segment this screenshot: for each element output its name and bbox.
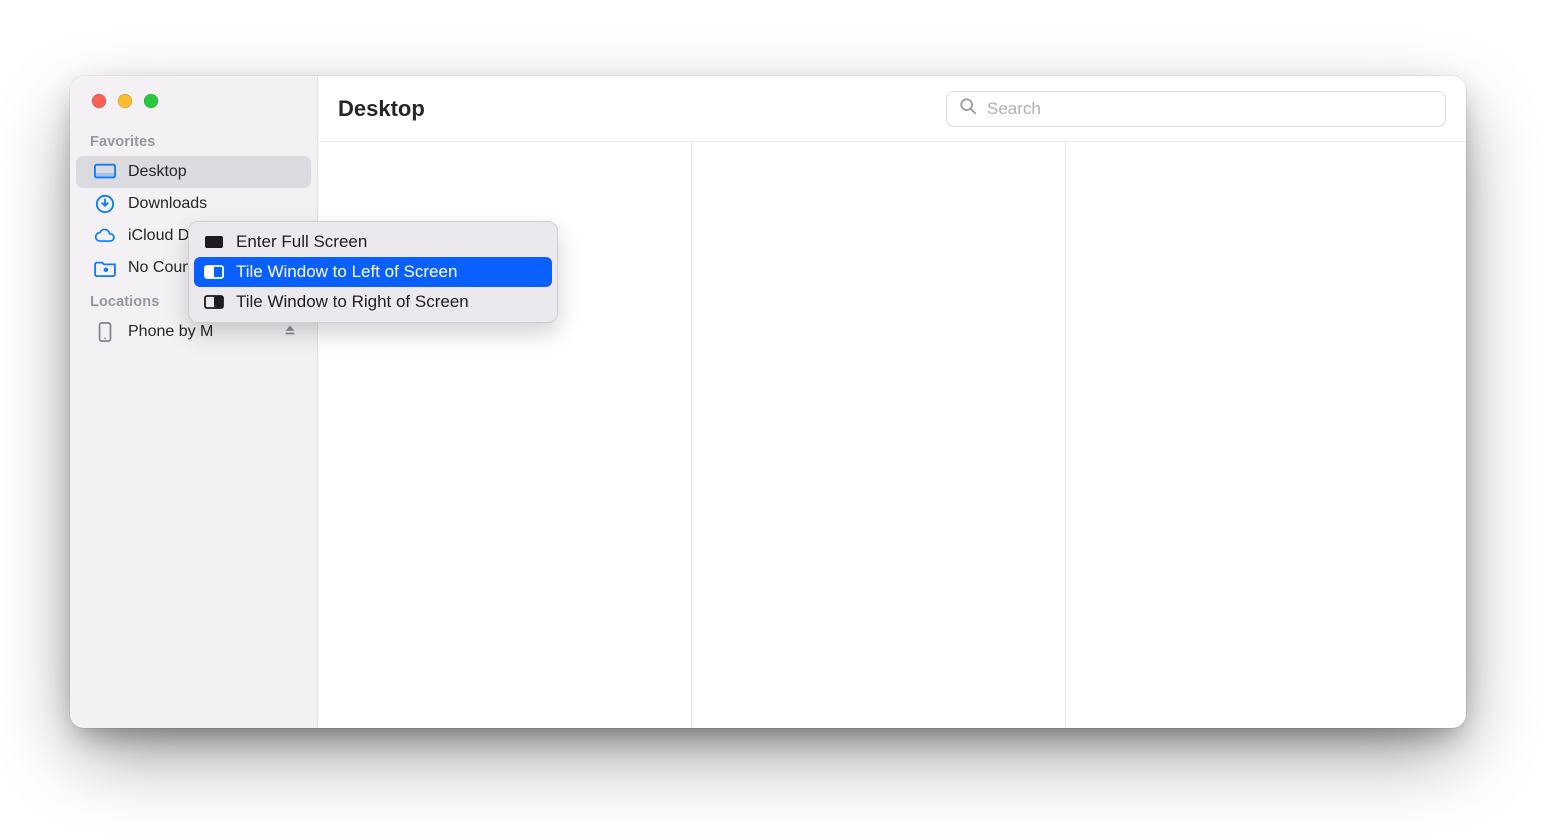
sidebar-item-downloads[interactable]: Downloads: [76, 188, 311, 220]
download-icon: [94, 194, 116, 214]
search-icon: [959, 97, 977, 120]
menu-item-label: Enter Full Screen: [236, 232, 367, 252]
column-2[interactable]: [692, 142, 1066, 728]
finder-window: Favorites Desktop Downloads iCloud Drive…: [70, 76, 1466, 728]
sidebar-item-label: Desktop: [128, 163, 297, 181]
window-title: Desktop: [338, 96, 425, 122]
sidebar-item-label: Phone by M: [128, 323, 271, 341]
tile-left-icon: [204, 264, 224, 280]
search-field[interactable]: [946, 91, 1446, 127]
sidebar-item-desktop[interactable]: Desktop: [76, 156, 311, 188]
minimize-button[interactable]: [118, 94, 132, 108]
tile-right-icon: [204, 294, 224, 310]
eject-icon[interactable]: [283, 323, 297, 342]
sidebar: Favorites Desktop Downloads iCloud Drive…: [70, 76, 318, 728]
window-menu-popover: Enter Full Screen Tile Window to Left of…: [188, 221, 558, 323]
search-input[interactable]: [985, 98, 1433, 120]
toolbar: Desktop: [318, 76, 1466, 142]
window-controls: [70, 94, 317, 124]
phone-icon: [94, 322, 116, 342]
desktop-icon: [94, 162, 116, 182]
zoom-button[interactable]: [144, 94, 158, 108]
menu-item-label: Tile Window to Left of Screen: [236, 262, 457, 282]
fullscreen-rect-icon: [204, 234, 224, 250]
close-button[interactable]: [92, 94, 106, 108]
cloud-icon: [94, 226, 116, 246]
menu-item-tile-left[interactable]: Tile Window to Left of Screen: [194, 257, 552, 287]
camera-folder-icon: [94, 258, 116, 278]
main-area: Desktop: [318, 76, 1466, 728]
menu-item-tile-right[interactable]: Tile Window to Right of Screen: [194, 287, 552, 317]
sidebar-section-favorites: Favorites: [70, 124, 317, 156]
menu-item-enter-full-screen[interactable]: Enter Full Screen: [194, 227, 552, 257]
menu-item-label: Tile Window to Right of Screen: [236, 292, 469, 312]
sidebar-item-label: Downloads: [128, 195, 297, 213]
